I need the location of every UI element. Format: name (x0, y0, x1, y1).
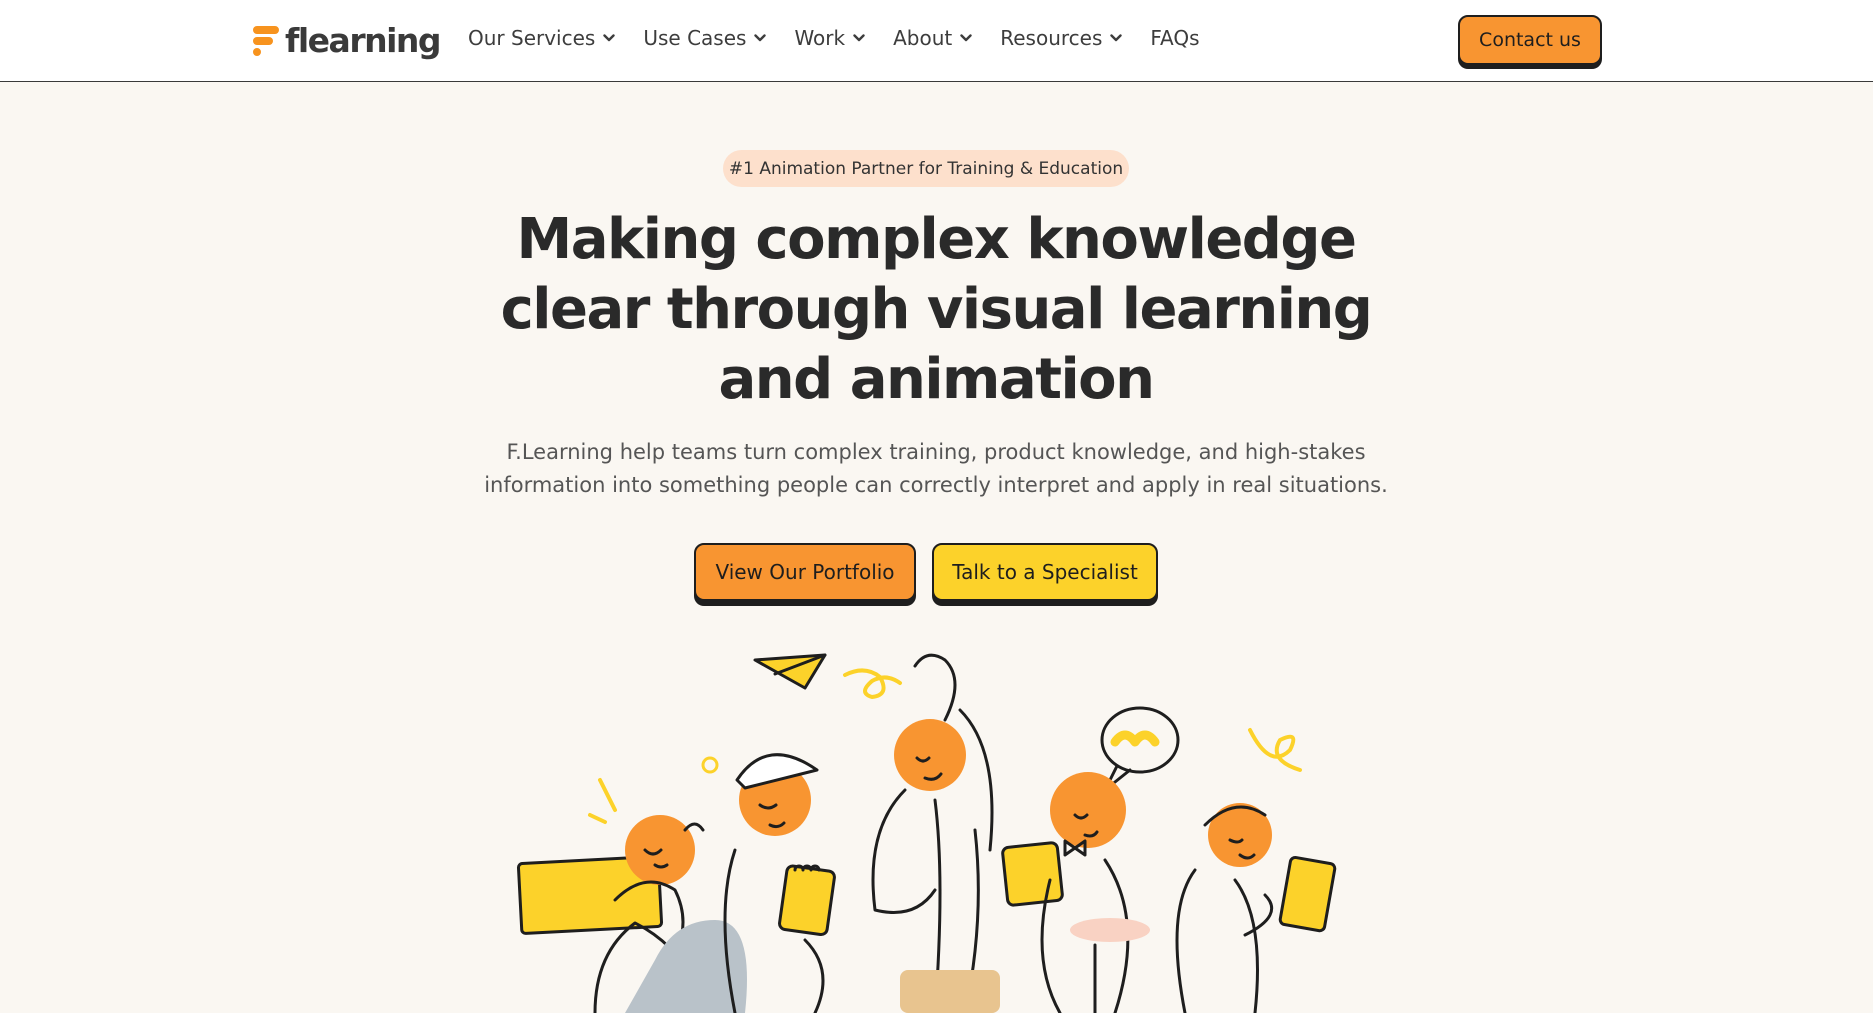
hero-illustration (516, 653, 1337, 1013)
talk-to-specialist-button[interactable]: Talk to a Specialist (932, 543, 1158, 601)
nav-item-about[interactable]: About (893, 26, 972, 50)
main-nav: Our Services Use Cases Work About Resour… (468, 26, 1228, 50)
view-portfolio-button[interactable]: View Our Portfolio (694, 543, 916, 601)
nav-item-use-cases[interactable]: Use Cases (643, 26, 767, 50)
nav-label: Use Cases (643, 26, 747, 50)
headline-line: Making complex knowledge (516, 207, 1357, 272)
nav-item-resources[interactable]: Resources (1000, 26, 1123, 50)
headline-line: clear through visual learning (500, 277, 1373, 342)
nav-label: Resources (1000, 26, 1103, 50)
hero-subtext: F.Learning help teams turn complex train… (436, 436, 1436, 502)
chevron-down-icon (603, 34, 616, 42)
logo-text: flearning (285, 20, 442, 60)
nav-item-work[interactable]: Work (794, 26, 865, 50)
chevron-down-icon (960, 34, 972, 42)
logo-mark-icon (251, 23, 281, 57)
nav-label: Work (794, 26, 846, 50)
hero-headline: Making complex knowledge clear through v… (486, 205, 1386, 415)
nav-item-faqs[interactable]: FAQs (1150, 26, 1199, 50)
hero-badge: #1 Animation Partner for Training & Educ… (723, 150, 1129, 187)
chevron-down-icon (853, 34, 865, 42)
site-header: flearning Our Services Use Cases Work Ab… (0, 0, 1873, 82)
logo[interactable]: flearning (251, 20, 442, 60)
chevron-down-icon (754, 34, 767, 42)
chevron-down-icon (1110, 34, 1123, 42)
nav-item-our-services[interactable]: Our Services (468, 26, 616, 50)
nav-label: About (893, 26, 953, 50)
nav-label: FAQs (1150, 26, 1200, 50)
headline-line: and animation (718, 347, 1155, 412)
nav-label: Our Services (468, 26, 596, 50)
subtext-line: F.Learning help teams turn complex train… (506, 440, 1366, 464)
subtext-line: information into something people can co… (484, 473, 1388, 497)
contact-us-button[interactable]: Contact us (1458, 15, 1602, 65)
